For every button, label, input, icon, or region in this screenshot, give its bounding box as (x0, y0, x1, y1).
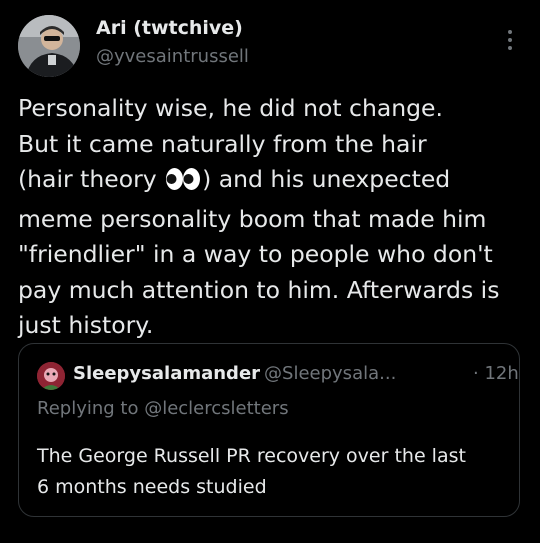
tweet-line: Personality wise, he did not change. (18, 94, 443, 122)
author-display-name[interactable]: Ari (twtchive) (96, 17, 243, 39)
quoted-tweet-line: The George Russell PR recovery over the … (37, 445, 466, 467)
tweet-line: meme personality boom that made him (18, 204, 487, 233)
quoted-tweet-header: Sleepysalamander @Sleepysala... · 12h (73, 363, 519, 384)
tweet-line: But it came naturally from the hair (18, 129, 427, 158)
author-avatar[interactable] (18, 15, 80, 77)
quoted-tweet-card[interactable]: Sleepysalamander @Sleepysala... · 12h Rep… (18, 343, 520, 517)
more-dot (508, 30, 512, 34)
more-dot (508, 38, 512, 42)
tweet-line: pay much attention to him. Afterwards is (18, 275, 500, 304)
quoted-author-name[interactable]: Sleepysalamander (73, 363, 260, 384)
quoted-author-handle[interactable]: @Sleepysala... (264, 363, 396, 384)
more-vertical-icon[interactable] (498, 26, 522, 54)
tweet-line: "friendlier" in a way to people who don'… (18, 240, 493, 268)
author-handle[interactable]: @yvesaintrussell (96, 46, 249, 67)
more-dot (508, 46, 512, 50)
tweet-fragment: ) and his unexpected (202, 165, 451, 193)
tweet-line: just history. (18, 311, 154, 339)
tweet-fragment: (hair theory (18, 165, 165, 193)
eyes-emoji-icon (165, 166, 201, 202)
tweet-line: (hair theory ) and his unexpected (18, 162, 528, 202)
quoted-tweet-line: 6 months needs studied (37, 475, 267, 498)
replying-to-label: Replying to @leclercsletters (37, 398, 289, 419)
quoted-author-avatar[interactable] (37, 362, 65, 390)
quoted-tweet-time[interactable]: · 12h (473, 363, 519, 384)
quoted-tweet-text: The George Russell PR recovery over the … (37, 441, 507, 502)
tweet-text: Personality wise, he did not change. But… (18, 91, 528, 344)
